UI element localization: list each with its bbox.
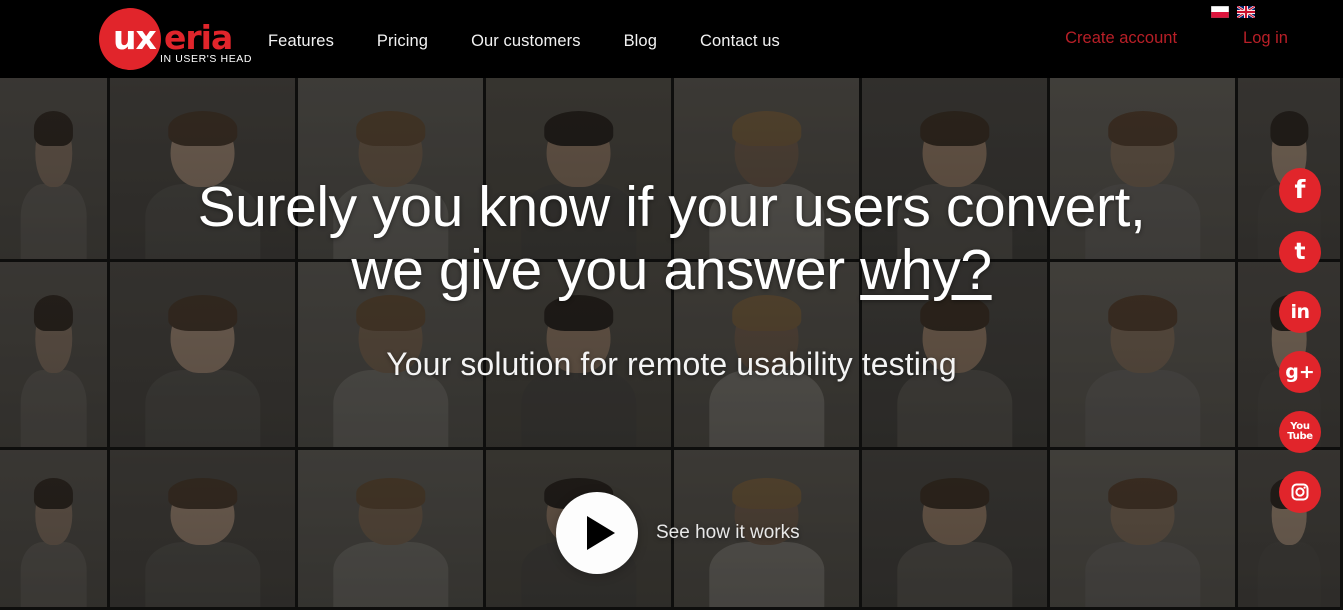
video-teaser: See how it works (556, 492, 800, 574)
facebook-icon[interactable]: f (1279, 168, 1321, 213)
language-switcher (1211, 6, 1255, 18)
play-button[interactable] (556, 492, 638, 574)
instagram-icon[interactable] (1279, 471, 1321, 513)
logo-tagline: IN USER'S HEAD (160, 53, 253, 65)
youtube-icon[interactable]: You Tube (1279, 411, 1321, 453)
linkedin-icon-label: in (1290, 300, 1310, 323)
headline-line-2: we give you answer why? (0, 239, 1343, 302)
flag-poland-icon[interactable] (1211, 6, 1229, 18)
landing-page: ux eria IN USER'S HEAD Features Pricing … (0, 0, 1343, 610)
nav-item-pricing[interactable]: Pricing (377, 32, 428, 51)
google-plus-icon-label: g+ (1285, 360, 1315, 383)
headline-line-2-text: we give you answer (351, 238, 861, 302)
site-logo[interactable]: ux eria IN USER'S HEAD (99, 8, 289, 70)
nav-item-blog[interactable]: Blog (624, 32, 657, 51)
logo-text-ux: ux (113, 18, 157, 57)
hero-section: Surely you know if your users convert, w… (0, 78, 1343, 610)
auth-links: Create account Log in (1065, 29, 1343, 48)
headline-emphasis-why: why? (860, 238, 992, 302)
create-account-link[interactable]: Create account (1065, 29, 1177, 48)
linkedin-icon[interactable]: in (1279, 291, 1321, 333)
twitter-icon-label: t (1294, 238, 1306, 265)
social-sidebar: f t in g+ You Tube (1279, 168, 1321, 531)
hero-content: Surely you know if your users convert, w… (0, 78, 1343, 610)
nav-item-features[interactable]: Features (268, 32, 334, 51)
main-navigation: Features Pricing Our customers Blog Cont… (268, 28, 780, 54)
play-triangle-icon (586, 516, 615, 550)
header-right-section: Create account Log in (1013, 0, 1343, 78)
nav-item-contact-us[interactable]: Contact us (700, 32, 780, 51)
google-plus-icon[interactable]: g+ (1279, 351, 1321, 393)
nav-item-our-customers[interactable]: Our customers (471, 32, 581, 51)
hero-headline: Surely you know if your users convert, w… (0, 176, 1343, 302)
hero-subheadline: Your solution for remote usability testi… (386, 346, 957, 382)
log-in-link[interactable]: Log in (1243, 29, 1288, 48)
logo-text-eria: eria (164, 18, 233, 57)
twitter-icon[interactable]: t (1279, 231, 1321, 273)
headline-line-1: Surely you know if your users convert, (197, 175, 1146, 239)
youtube-icon-label: You Tube (1287, 421, 1313, 442)
see-how-it-works-label[interactable]: See how it works (656, 522, 800, 544)
flag-united-kingdom-icon[interactable] (1237, 6, 1255, 18)
facebook-icon-label: f (1294, 174, 1306, 204)
site-header: ux eria IN USER'S HEAD Features Pricing … (0, 0, 1343, 78)
